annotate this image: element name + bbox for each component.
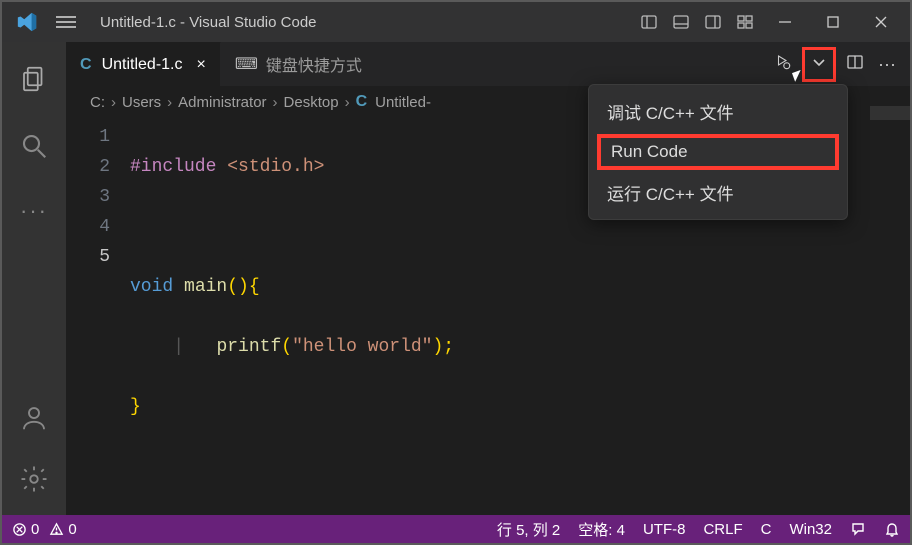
status-cursor-pos[interactable]: 行 5, 列 2 — [497, 519, 560, 540]
activity-bar: ··· — [2, 42, 66, 515]
layout-controls — [636, 9, 758, 35]
editor-area: C Untitled-1.c × ⌨ 键盘快捷方式 ··· ◤ C:› User… — [66, 42, 910, 515]
crumb[interactable]: Administrator — [178, 94, 266, 111]
notifications-bell-icon[interactable] — [884, 521, 900, 537]
vscode-logo-icon — [16, 11, 38, 33]
crumb[interactable]: C: — [90, 94, 105, 111]
keyboard-icon: ⌨ — [235, 54, 258, 74]
maximize-button[interactable] — [822, 11, 844, 33]
menu-item-debug[interactable]: 调试 C/C++ 文件 — [589, 91, 847, 132]
minimap[interactable] — [874, 86, 910, 216]
close-button[interactable] — [870, 11, 892, 33]
c-file-icon: C — [80, 56, 92, 74]
split-editor-icon[interactable] — [842, 49, 868, 80]
crumb[interactable]: Desktop — [284, 94, 339, 111]
line-number: 1 — [66, 122, 110, 152]
code-editor[interactable]: #include <stdio.h> void main(){ | printf… — [130, 118, 454, 515]
c-file-icon: C — [356, 93, 368, 111]
run-dropdown-menu: 调试 C/C++ 文件 Run Code 运行 C/C++ 文件 — [588, 84, 848, 220]
run-dropdown-chevron[interactable] — [802, 47, 836, 82]
status-problems[interactable]: 0 0 — [12, 521, 77, 538]
account-icon[interactable] — [19, 403, 49, 438]
line-number: 2 — [66, 152, 110, 182]
crumb[interactable]: Users — [122, 94, 161, 111]
tab-bar: C Untitled-1.c × ⌨ 键盘快捷方式 ··· — [66, 42, 910, 86]
title-bar: Untitled-1.c - Visual Studio Code — [2, 2, 910, 42]
line-number: 4 — [66, 212, 110, 242]
layout-right-icon[interactable] — [700, 9, 726, 35]
editor-more-icon[interactable]: ··· — [874, 50, 900, 79]
status-eol[interactable]: CRLF — [703, 521, 742, 538]
status-indent[interactable]: 空格: 4 — [578, 519, 625, 540]
layout-grid-icon[interactable] — [732, 9, 758, 35]
tab-active-label: Untitled-1.c — [102, 56, 183, 74]
search-icon[interactable] — [19, 131, 49, 166]
menu-button[interactable] — [52, 9, 80, 35]
tab-close-icon[interactable]: × — [196, 56, 205, 74]
line-gutter: 1 2 3 4 5 — [66, 118, 130, 515]
line-number: 5 — [66, 242, 110, 272]
explorer-icon[interactable] — [19, 64, 49, 99]
status-language[interactable]: C — [761, 521, 772, 538]
line-number: 3 — [66, 182, 110, 212]
layout-bottom-icon[interactable] — [668, 9, 694, 35]
window-title: Untitled-1.c - Visual Studio Code — [100, 14, 317, 31]
editor-actions: ··· — [770, 42, 910, 86]
settings-gear-icon[interactable] — [19, 464, 49, 499]
crumb-file[interactable]: Untitled- — [375, 94, 431, 111]
status-encoding[interactable]: UTF-8 — [643, 521, 686, 538]
tab-shortcuts-label: 键盘快捷方式 — [266, 52, 362, 76]
feedback-icon[interactable] — [850, 521, 866, 537]
minimize-button[interactable] — [774, 11, 796, 33]
layout-left-icon[interactable] — [636, 9, 662, 35]
status-bar: 0 0 行 5, 列 2 空格: 4 UTF-8 CRLF C Win32 — [2, 515, 910, 543]
more-icon[interactable]: ··· — [20, 198, 48, 224]
tab-active[interactable]: C Untitled-1.c × — [66, 42, 221, 86]
menu-item-run-code[interactable]: Run Code — [597, 134, 839, 170]
status-target[interactable]: Win32 — [789, 521, 832, 538]
tab-shortcuts[interactable]: ⌨ 键盘快捷方式 — [221, 42, 377, 86]
menu-item-run-file[interactable]: 运行 C/C++ 文件 — [589, 172, 847, 213]
window-controls — [774, 11, 892, 33]
